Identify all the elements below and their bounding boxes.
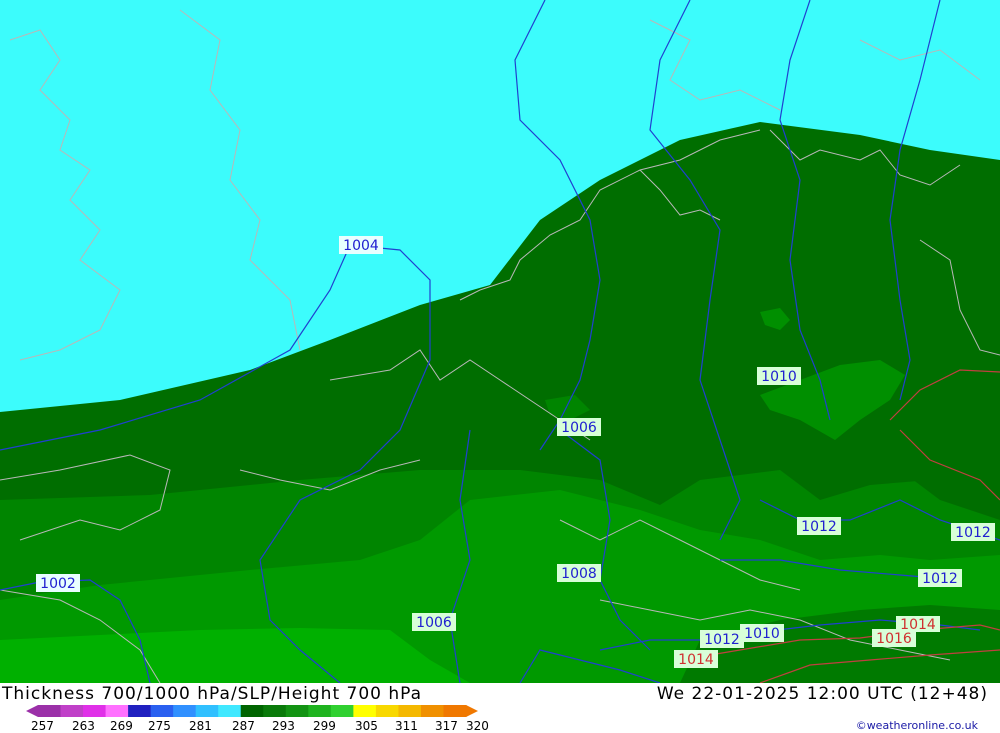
legend-tick: 275 — [148, 719, 171, 733]
isobar-label-1006: 1006 — [557, 418, 601, 436]
legend-color-cell — [83, 705, 107, 717]
legend-color-cell — [263, 705, 287, 717]
legend-arrow-high — [466, 705, 478, 717]
isobar-label-1012: 1012 — [918, 569, 962, 587]
svg-text:1012: 1012 — [922, 571, 958, 587]
weather-map: 1004 1010 1006 1012 1012 1012 1002 1008 — [0, 0, 1000, 683]
svg-text:1014: 1014 — [678, 652, 714, 668]
isobar-label-1012: 1012 — [951, 523, 995, 541]
svg-text:1012: 1012 — [955, 525, 991, 541]
svg-text:1008: 1008 — [561, 566, 597, 582]
legend-color-cell — [38, 705, 62, 717]
legend-tick: 257 — [31, 719, 54, 733]
legend-color-cell — [398, 705, 422, 717]
isobar-label-1008: 1008 — [557, 564, 601, 582]
legend-tick: 299 — [313, 719, 336, 733]
legend-tick: 263 — [72, 719, 95, 733]
isobar-label-1012: 1012 — [700, 630, 744, 648]
isobar-label-1014: 1014 — [674, 650, 718, 668]
legend-tick: 269 — [110, 719, 133, 733]
legend-color-cell — [285, 705, 309, 717]
svg-text:1010: 1010 — [761, 369, 797, 385]
legend-color-cell — [128, 705, 152, 717]
svg-text:1016: 1016 — [876, 631, 912, 647]
svg-text:1012: 1012 — [801, 519, 837, 535]
credit-link[interactable]: ©weatheronline.co.uk — [856, 719, 978, 732]
legend-tick: 317 — [435, 719, 458, 733]
legend-color-cell — [105, 705, 129, 717]
legend-ticks: 257 263 269 275 281 287 293 299 305 311 … — [0, 719, 520, 733]
legend-color-cell — [173, 705, 197, 717]
legend-color-cell — [150, 705, 174, 717]
map-datetime: We 22-01-2025 12:00 UTC (12+48) — [656, 684, 988, 704]
isobar-label-1014: 1014 — [896, 616, 940, 633]
legend-tick: 293 — [272, 719, 295, 733]
legend-tick: 305 — [355, 719, 378, 733]
legend-color-cell — [60, 705, 84, 717]
isobar-label-1010: 1010 — [740, 624, 784, 642]
legend-color-cell — [420, 705, 444, 717]
legend-color-cell — [240, 705, 264, 717]
svg-text:1002: 1002 — [40, 576, 76, 592]
legend-tick: 281 — [189, 719, 212, 733]
svg-text:1010: 1010 — [744, 626, 780, 642]
legend-color-cell — [195, 705, 219, 717]
footer-bar: Thickness 700/1000 hPa/SLP/Height 700 hP… — [0, 683, 1000, 733]
isobar-label-1002: 1002 — [36, 574, 80, 592]
map-title: Thickness 700/1000 hPa/SLP/Height 700 hP… — [2, 684, 423, 704]
legend-color-cell — [353, 705, 377, 717]
legend-tick: 320 — [466, 719, 489, 733]
isobar-label-1006: 1006 — [412, 613, 456, 631]
svg-text:1006: 1006 — [416, 615, 452, 631]
legend-color-cell — [443, 705, 467, 717]
isobar-label-1010: 1010 — [757, 367, 801, 385]
svg-text:1014: 1014 — [900, 617, 936, 633]
legend-tick: 311 — [395, 719, 418, 733]
isobar-label-1004: 1004 — [339, 236, 383, 254]
legend-tick: 287 — [232, 719, 255, 733]
svg-text:1004: 1004 — [343, 238, 379, 254]
legend-color-cell — [218, 705, 242, 717]
legend-color-cell — [308, 705, 332, 717]
legend-arrow-low — [26, 705, 38, 717]
isobar-label-1012: 1012 — [797, 517, 841, 535]
legend-color-cell — [330, 705, 354, 717]
legend-color-cell — [375, 705, 399, 717]
svg-text:1006: 1006 — [561, 420, 597, 436]
color-legend — [26, 705, 478, 717]
svg-text:1012: 1012 — [704, 632, 740, 648]
